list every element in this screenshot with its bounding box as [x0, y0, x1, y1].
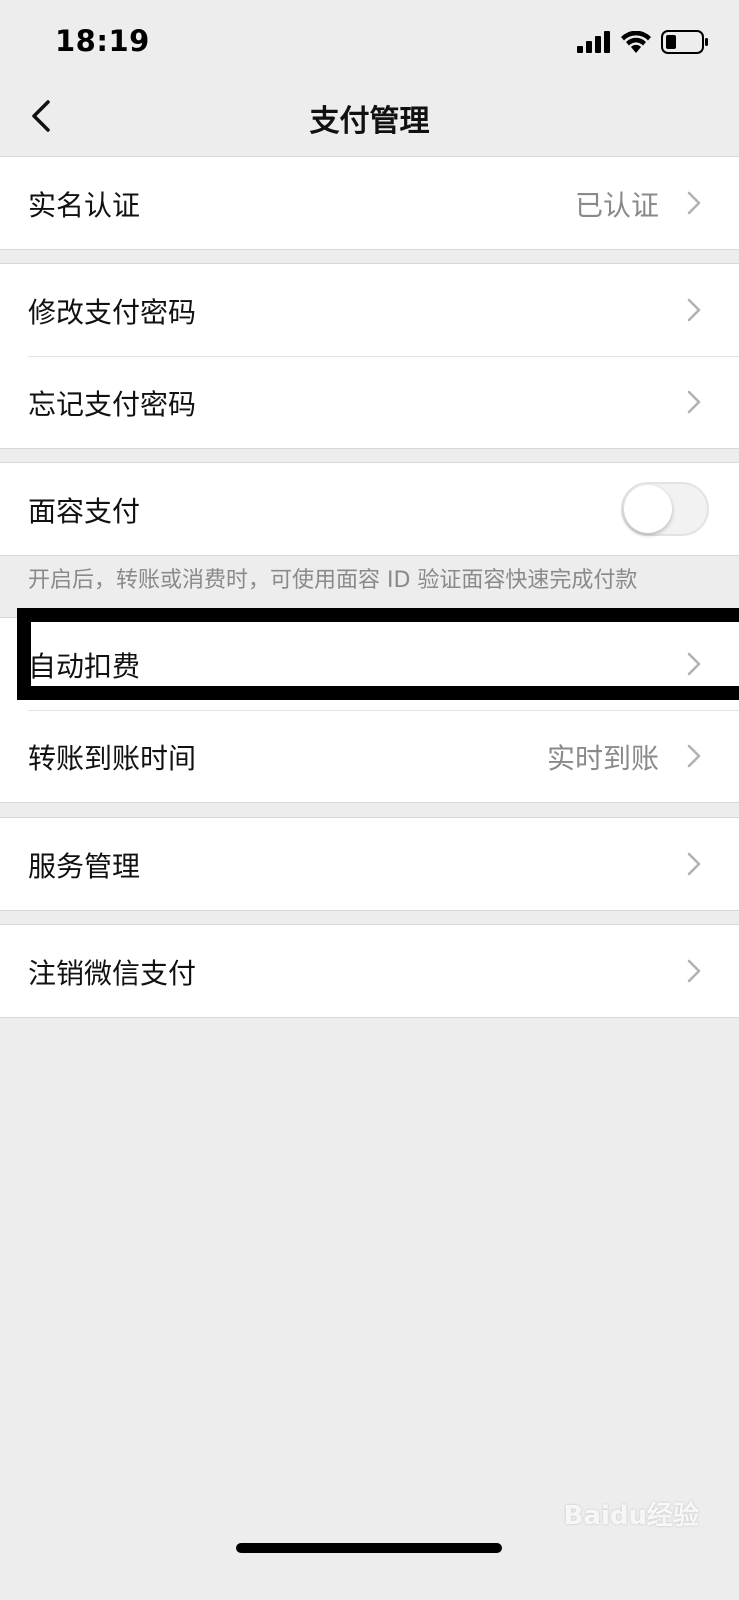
service-management-cell[interactable]: 服务管理 — [0, 818, 739, 910]
face-pay-toggle[interactable] — [621, 482, 709, 536]
payments-group: 自动扣费 转账到账时间 实时到账 — [0, 617, 739, 803]
wifi-icon — [621, 31, 651, 53]
home-indicator[interactable] — [236, 1543, 502, 1553]
status-time: 18:19 — [55, 24, 150, 58]
watermark: Baidu经验 — [563, 1501, 699, 1531]
chevron-right-icon — [687, 298, 701, 322]
status-icons — [577, 30, 709, 54]
chevron-right-icon — [687, 852, 701, 876]
service-group: 服务管理 — [0, 817, 739, 911]
cancel-wechat-pay-label: 注销微信支付 — [28, 957, 197, 990]
service-management-label: 服务管理 — [28, 850, 141, 883]
identity-verification-value: 已认证 — [574, 189, 659, 222]
cancel-wechat-pay-cell[interactable]: 注销微信支付 — [0, 925, 739, 1017]
transfer-time-value: 实时到账 — [546, 742, 659, 775]
identity-verification-label: 实名认证 — [28, 189, 141, 222]
transfer-time-label: 转账到账时间 — [28, 742, 197, 775]
chevron-right-icon — [687, 959, 701, 983]
auto-deduct-label: 自动扣费 — [28, 650, 141, 683]
signal-icon — [577, 31, 610, 53]
password-group: 修改支付密码 忘记支付密码 — [0, 263, 739, 449]
page-title: 支付管理 — [309, 104, 430, 139]
face-pay-group: 面容支付 — [0, 462, 739, 556]
chevron-right-icon — [687, 744, 701, 768]
forgot-password-label: 忘记支付密码 — [28, 388, 197, 421]
change-password-cell[interactable]: 修改支付密码 — [0, 264, 739, 356]
auto-deduct-cell[interactable]: 自动扣费 — [0, 618, 739, 710]
change-password-label: 修改支付密码 — [28, 296, 197, 329]
battery-icon — [661, 30, 708, 54]
forgot-password-cell[interactable]: 忘记支付密码 — [0, 356, 739, 448]
chevron-right-icon — [687, 191, 701, 215]
face-pay-hint: 开启后，转账或消费时，可使用面容 ID 验证面容快速完成付款 — [28, 568, 638, 593]
face-pay-label: 面容支付 — [28, 495, 141, 528]
screen: 18:19 支付管理 实名认证 已认证 修改支付密码 忘记支付密码 面容支付 开… — [0, 0, 739, 1600]
chevron-right-icon — [687, 390, 701, 414]
chevron-right-icon — [687, 652, 701, 676]
transfer-time-cell[interactable]: 转账到账时间 实时到账 — [0, 710, 739, 802]
status-bar: 18:19 — [0, 0, 739, 90]
face-pay-cell: 面容支付 — [0, 463, 739, 555]
cancel-group: 注销微信支付 — [0, 924, 739, 1018]
identity-group: 实名认证 已认证 — [0, 156, 739, 250]
identity-verification-cell[interactable]: 实名认证 已认证 — [0, 157, 739, 249]
nav-bar: 支付管理 — [0, 80, 739, 156]
toggle-knob — [624, 485, 672, 533]
